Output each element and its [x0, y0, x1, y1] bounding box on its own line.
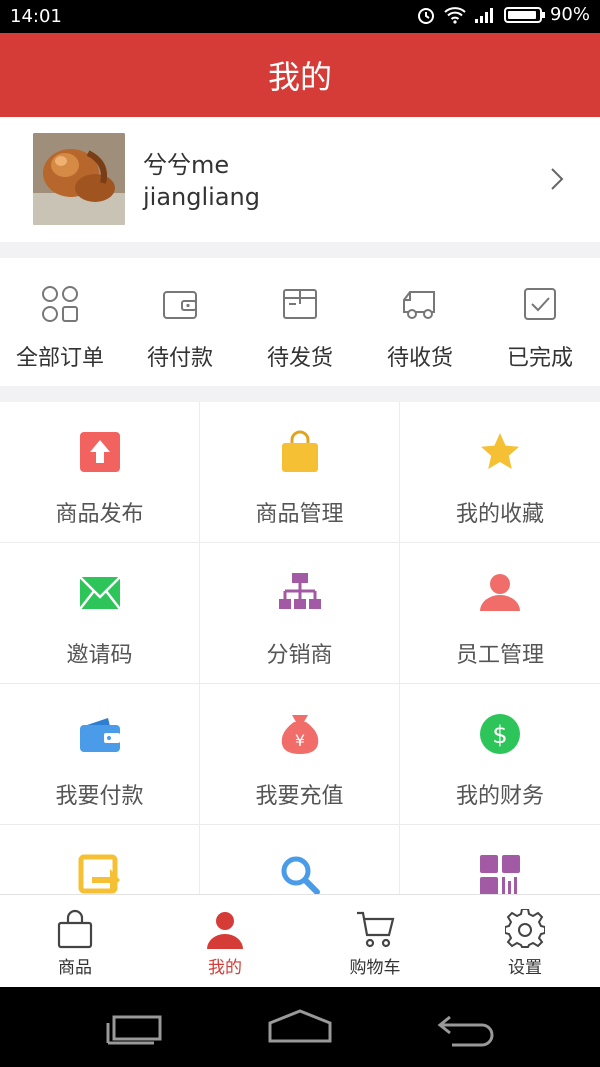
- chevron-right-icon: [551, 168, 564, 190]
- search-icon: [281, 856, 320, 894]
- grid-item-pay[interactable]: 我要付款: [0, 684, 200, 825]
- dollar-icon: $: [480, 714, 520, 754]
- grid-item-label: 邀请码: [66, 643, 133, 668]
- status-bar: 14:01 90%: [0, 0, 600, 33]
- grid-item-product-manage[interactable]: 商品管理: [200, 402, 400, 543]
- tab-products-label: 商品: [58, 958, 92, 978]
- grid-item-label: 分销商: [266, 643, 333, 668]
- alarm-icon: [417, 7, 434, 24]
- feature-grid: 商品发布 商品管理 我的收藏 邀请码 分销商 员工管理 我要付款 ¥ 我要充值 …: [0, 402, 600, 894]
- tab-settings[interactable]: 设置: [450, 895, 600, 987]
- org-chart-icon: [278, 573, 321, 609]
- grid-item-distributor[interactable]: 分销商: [200, 543, 400, 684]
- profile-card[interactable]: 兮兮me jiangliang: [0, 117, 600, 242]
- person-icon: [207, 912, 243, 949]
- tab-mine[interactable]: 我的: [150, 895, 300, 987]
- wifi-icon: [444, 6, 466, 24]
- recent-apps-icon[interactable]: [100, 1005, 170, 1049]
- envelope-icon: [78, 576, 121, 610]
- system-nav-bar: [0, 987, 600, 1067]
- grid-item-transfer[interactable]: [0, 825, 200, 894]
- qr-code-icon: [480, 855, 520, 894]
- grid-item-favorites[interactable]: 我的收藏: [400, 402, 600, 543]
- grid-item-label: 我的收藏: [455, 502, 544, 527]
- battery-percent: 90%: [549, 4, 590, 25]
- page-title: 我的: [267, 58, 332, 96]
- grid-circles-icon: [42, 286, 78, 322]
- bottom-tab-bar: 商品 我的 购物车 设置: [0, 894, 600, 987]
- grid-item-qrcode[interactable]: [400, 825, 600, 894]
- svg-text:¥: ¥: [294, 731, 304, 750]
- gear-icon: [505, 909, 545, 948]
- bag-icon: [57, 909, 93, 949]
- transfer-icon: [78, 854, 120, 894]
- grid-item-invite-code[interactable]: 邀请码: [0, 543, 200, 684]
- status-right: 90%: [416, 4, 590, 25]
- truck-icon: [403, 291, 435, 319]
- back-icon[interactable]: [432, 1005, 502, 1049]
- grid-item-label: 我的财务: [455, 784, 544, 809]
- grid-item-label: 员工管理: [455, 643, 544, 668]
- status-time: 14:01: [10, 6, 62, 27]
- home-icon[interactable]: [265, 1005, 335, 1049]
- order-all[interactable]: 全部订单: [0, 258, 120, 386]
- grid-item-label: 我要充值: [255, 784, 344, 809]
- tab-products[interactable]: 商品: [0, 895, 150, 987]
- signal-icon: [474, 7, 493, 23]
- shopping-bag-icon: [281, 430, 318, 472]
- order-all-label: 全部订单: [15, 346, 104, 371]
- box-icon: [283, 289, 317, 319]
- grid-item-finance[interactable]: $ 我的财务: [400, 684, 600, 825]
- money-bag-icon: ¥: [281, 715, 318, 754]
- grid-item-label: 商品管理: [255, 502, 344, 527]
- order-status-bar: 全部订单 待付款 待发货 待收货 已完成: [0, 258, 600, 386]
- person-icon: [480, 574, 520, 611]
- wallet-icon: [163, 291, 197, 319]
- svg-text:$: $: [492, 721, 507, 749]
- order-pending-receive[interactable]: 待收货: [360, 258, 480, 386]
- order-pending-ship-label: 待发货: [266, 346, 333, 371]
- profile-nickname: 兮兮me: [143, 151, 230, 179]
- order-completed-label: 已完成: [506, 346, 573, 371]
- order-completed[interactable]: 已完成: [480, 258, 600, 386]
- cart-icon: [357, 911, 395, 948]
- check-box-icon: [524, 288, 556, 320]
- order-pending-payment-label: 待付款: [146, 346, 213, 371]
- battery-icon: [503, 6, 545, 23]
- grid-item-search[interactable]: [200, 825, 400, 894]
- grid-item-label: 商品发布: [55, 502, 144, 527]
- grid-item-label: 我要付款: [55, 784, 144, 809]
- wallet-icon: [79, 718, 120, 752]
- order-pending-payment[interactable]: 待付款: [120, 258, 240, 386]
- tab-settings-label: 设置: [508, 958, 542, 978]
- order-pending-receive-label: 待收货: [386, 346, 453, 371]
- screen: 14:01 90% 我的 兮兮me jiangliang 全部订单 待付款 待发…: [0, 0, 600, 1067]
- tab-cart[interactable]: 购物车: [300, 895, 450, 987]
- upload-icon: [79, 432, 120, 472]
- profile-username: jiangliang: [143, 183, 260, 211]
- order-pending-ship[interactable]: 待发货: [240, 258, 360, 386]
- star-icon: [481, 433, 519, 469]
- tab-cart-label: 购物车: [349, 958, 401, 978]
- avatar[interactable]: [33, 133, 125, 225]
- grid-item-product-publish[interactable]: 商品发布: [0, 402, 200, 543]
- app-header: 我的: [0, 33, 600, 117]
- grid-item-recharge[interactable]: ¥ 我要充值: [200, 684, 400, 825]
- tab-mine-label: 我的: [208, 958, 242, 978]
- grid-item-staff-manage[interactable]: 员工管理: [400, 543, 600, 684]
